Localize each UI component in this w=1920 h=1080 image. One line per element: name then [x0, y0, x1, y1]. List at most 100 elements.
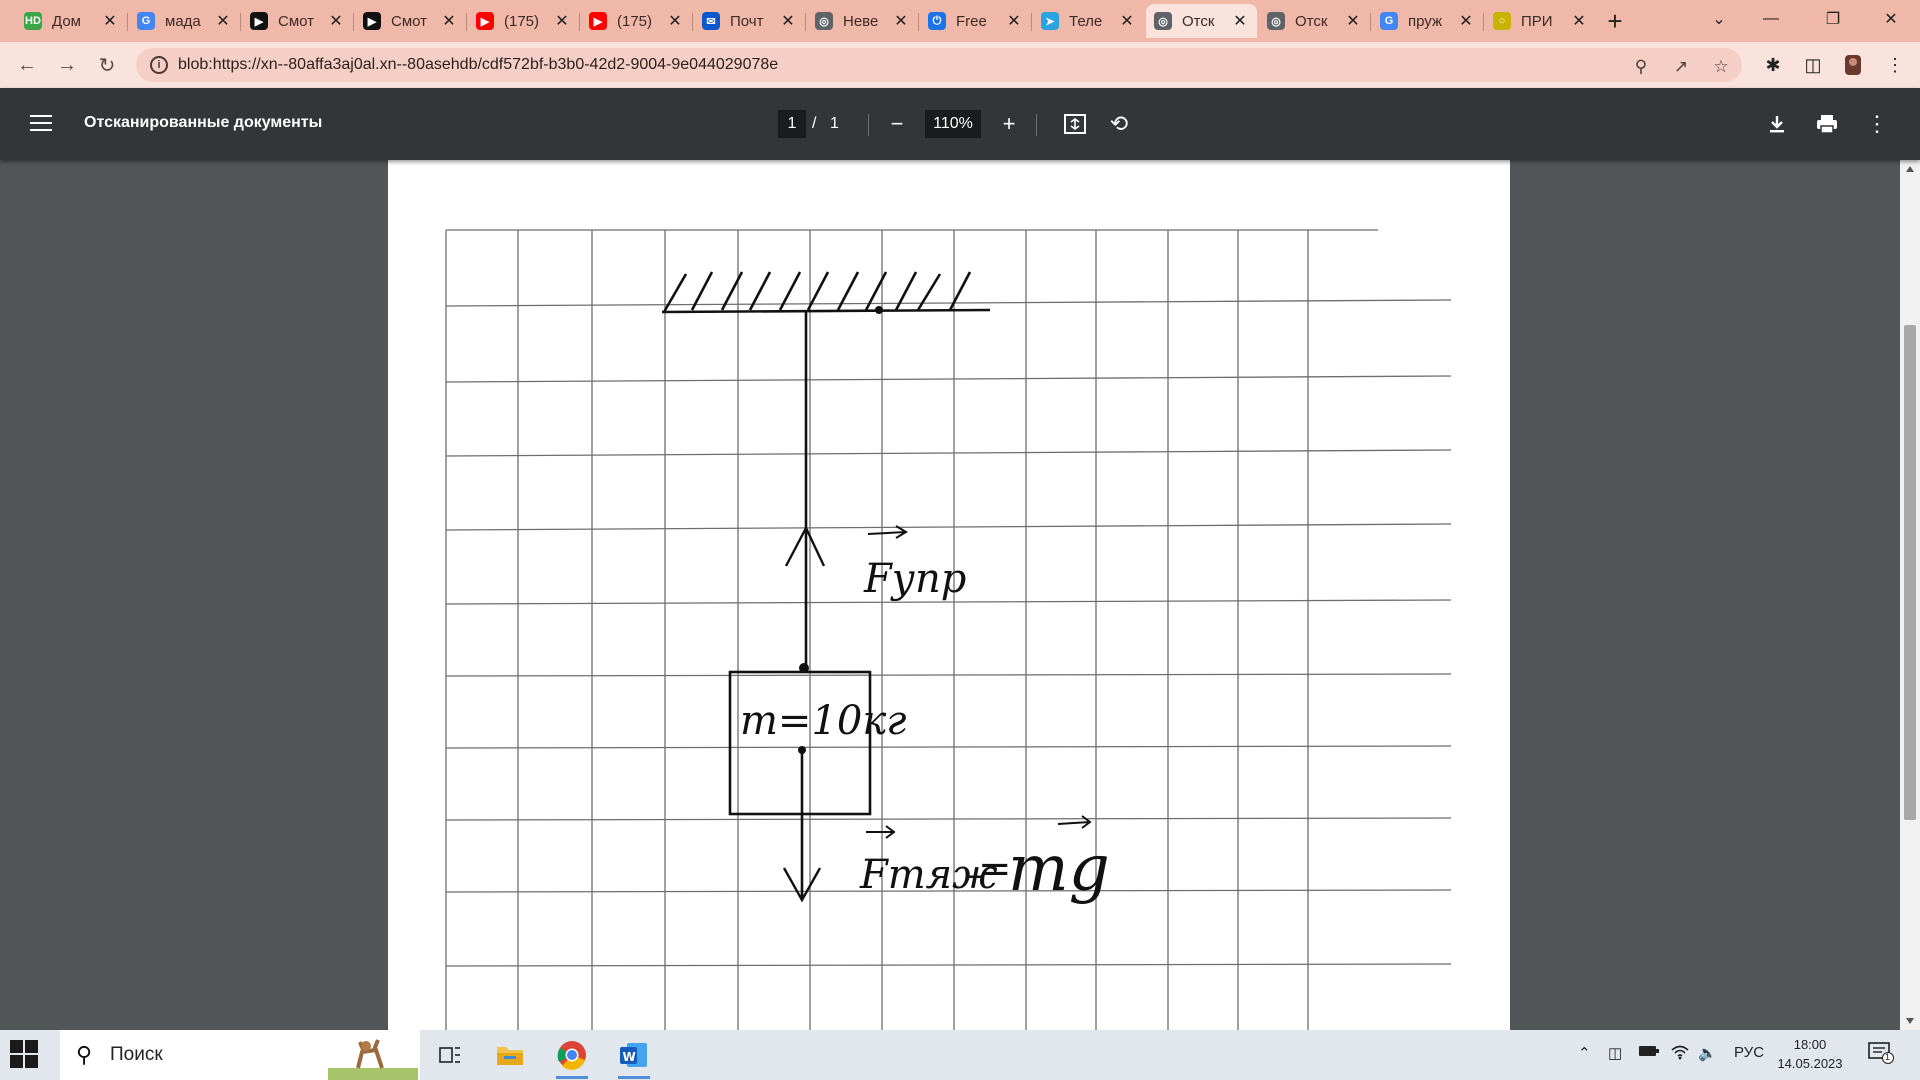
ceiling-support [661, 271, 991, 314]
tab-label: Отск [1295, 12, 1328, 30]
zoom-in-icon[interactable]: + [994, 109, 1024, 139]
vertical-scrollbar[interactable] [1900, 160, 1920, 1030]
browser-tab[interactable]: ⏻ Free ✕ [920, 4, 1031, 38]
browser-tab[interactable]: ○ ПРИ ✕ [1485, 4, 1596, 38]
browser-tab[interactable]: Gпруж ✕ [1372, 4, 1483, 38]
close-tab-icon[interactable]: ✕ [214, 11, 232, 31]
page-separator: / [812, 115, 817, 132]
close-tab-icon[interactable]: ✕ [440, 11, 458, 31]
browser-tab[interactable]: ▶ (175) ✕ [468, 4, 579, 38]
language-indicator[interactable]: РУС [1734, 1044, 1764, 1061]
new-tab-button[interactable]: + [1600, 6, 1630, 36]
wifi-icon[interactable] [1670, 1044, 1690, 1064]
chrome-taskbar-icon[interactable] [552, 1035, 592, 1079]
youtube-icon: ▶ [476, 12, 494, 30]
close-tab-icon[interactable]: ✕ [553, 11, 571, 31]
taskbar-search[interactable]: ⚲ Поиск [60, 1030, 420, 1080]
scroll-thumb[interactable] [1904, 325, 1916, 820]
download-icon[interactable] [1762, 109, 1792, 139]
site-info-icon[interactable]: i [150, 56, 168, 74]
google-icon: G [137, 12, 155, 30]
browser-menu-icon[interactable]: ⋮ [1882, 52, 1908, 78]
search-icon: ⚲ [76, 1042, 93, 1067]
close-tab-icon[interactable]: ✕ [666, 11, 684, 31]
restore-icon[interactable]: ❐ [1810, 0, 1856, 38]
search-placeholder[interactable]: Поиск [110, 1044, 163, 1066]
task-view-icon[interactable] [430, 1035, 470, 1075]
tab-search-icon[interactable]: ⌄ [1696, 0, 1742, 38]
zoom-out-icon[interactable]: − [882, 109, 912, 139]
browser-tab[interactable]: ▶ Смот ✕ [242, 4, 353, 38]
minimize-icon[interactable]: — [1748, 0, 1794, 38]
play-icon: ▶ [250, 12, 268, 30]
zoom-level-input[interactable]: 110% [925, 110, 981, 138]
zoom-icon[interactable]: ⚲ [1630, 56, 1652, 78]
close-tab-icon[interactable]: ✕ [1231, 11, 1249, 31]
share-icon[interactable]: ↗ [1670, 56, 1692, 78]
vector-mark-down [866, 825, 896, 839]
browser-tab[interactable]: ◎ Неве ✕ [807, 4, 918, 38]
close-tab-icon[interactable]: ✕ [1118, 11, 1136, 31]
close-window-icon[interactable]: ✕ [1868, 0, 1914, 38]
word-taskbar-icon[interactable]: W [614, 1035, 654, 1079]
rotate-icon[interactable]: ⟲ [1104, 109, 1134, 139]
pdf-viewer[interactable]: m=10кг Fупр Fтяж = mg [0, 160, 1920, 1030]
fit-page-icon[interactable] [1060, 109, 1090, 139]
browser-tab[interactable]: ➤ Теле ✕ [1033, 4, 1144, 38]
menu-icon[interactable] [30, 115, 52, 133]
windows-start-icon[interactable] [10, 1040, 40, 1070]
browser-tab[interactable]: ▶ (175) ✕ [581, 4, 692, 38]
browser-tab[interactable]: ▶ Смот ✕ [355, 4, 466, 38]
volume-icon[interactable]: 🔈 [1698, 1044, 1717, 1062]
tab-label: Отск [1182, 12, 1215, 30]
close-tab-icon[interactable]: ✕ [1570, 11, 1588, 31]
reload-icon[interactable]: ↻ [92, 50, 122, 80]
bookmark-star-icon[interactable]: ☆ [1710, 56, 1732, 78]
battery-icon[interactable] [1638, 1044, 1660, 1062]
file-explorer-icon[interactable] [490, 1035, 530, 1075]
notification-count: 1 [1885, 1052, 1891, 1062]
tab-label: мада [165, 12, 201, 30]
url-text[interactable]: blob:https://xn--80affa3aj0al.xn--80aseh… [178, 56, 778, 74]
globe-icon: ◎ [815, 12, 833, 30]
vector-mark-g [1057, 815, 1092, 829]
page-number-input[interactable]: 1 [778, 110, 806, 138]
close-tab-icon[interactable]: ✕ [101, 11, 119, 31]
extensions-icon[interactable]: ✱ [1760, 52, 1786, 78]
scanned-sketch: m=10кг Fупр Fтяж = mg [445, 229, 1452, 1030]
center-of-mass-point [798, 746, 806, 754]
pdf-toolbar: Отсканированные документы 1 / 1 − 110% +… [0, 88, 1920, 160]
profile-avatar[interactable] [1840, 52, 1866, 78]
close-tab-icon[interactable]: ✕ [1457, 11, 1475, 31]
scroll-up-icon[interactable] [1906, 166, 1914, 172]
tab-label: Дом [52, 12, 81, 30]
system-clock[interactable]: 18:00 14.05.2023 [1774, 1035, 1846, 1073]
browser-tab[interactable]: HD Дом ✕ [16, 4, 127, 38]
show-hidden-icons[interactable]: ⌃ [1578, 1044, 1591, 1062]
address-bar[interactable]: i blob:https://xn--80affa3aj0al.xn--80as… [136, 48, 1742, 82]
print-icon[interactable] [1812, 109, 1842, 139]
google-icon: G [1380, 12, 1398, 30]
close-tab-icon[interactable]: ✕ [779, 11, 797, 31]
more-actions-icon[interactable]: ⋮ [1862, 109, 1892, 139]
play-icon: ▶ [363, 12, 381, 30]
browser-tab[interactable]: ◎ Отск ✕ [1146, 4, 1257, 38]
browser-tab[interactable]: ✉ Почт ✕ [694, 4, 805, 38]
browser-tab[interactable]: Gмада ✕ [129, 4, 240, 38]
forward-icon[interactable]: → [52, 50, 82, 80]
hook-point [875, 306, 883, 314]
close-tab-icon[interactable]: ✕ [1344, 11, 1362, 31]
clock-date: 14.05.2023 [1777, 1056, 1843, 1071]
back-icon[interactable]: ← [12, 50, 42, 80]
scroll-down-icon[interactable] [1906, 1018, 1914, 1024]
browser-tab[interactable]: ◎ Отск ✕ [1259, 4, 1370, 38]
close-tab-icon[interactable]: ✕ [892, 11, 910, 31]
close-tab-icon[interactable]: ✕ [1005, 11, 1023, 31]
tab-separator [692, 13, 693, 31]
power-icon: ⏻ [928, 12, 946, 30]
side-panel-icon[interactable]: ◫ [1800, 52, 1826, 78]
tab-label: пруж [1408, 12, 1442, 30]
notification-center-icon[interactable]: 1 [1868, 1041, 1894, 1069]
meet-now-icon[interactable]: ◫ [1608, 1044, 1622, 1062]
close-tab-icon[interactable]: ✕ [327, 11, 345, 31]
